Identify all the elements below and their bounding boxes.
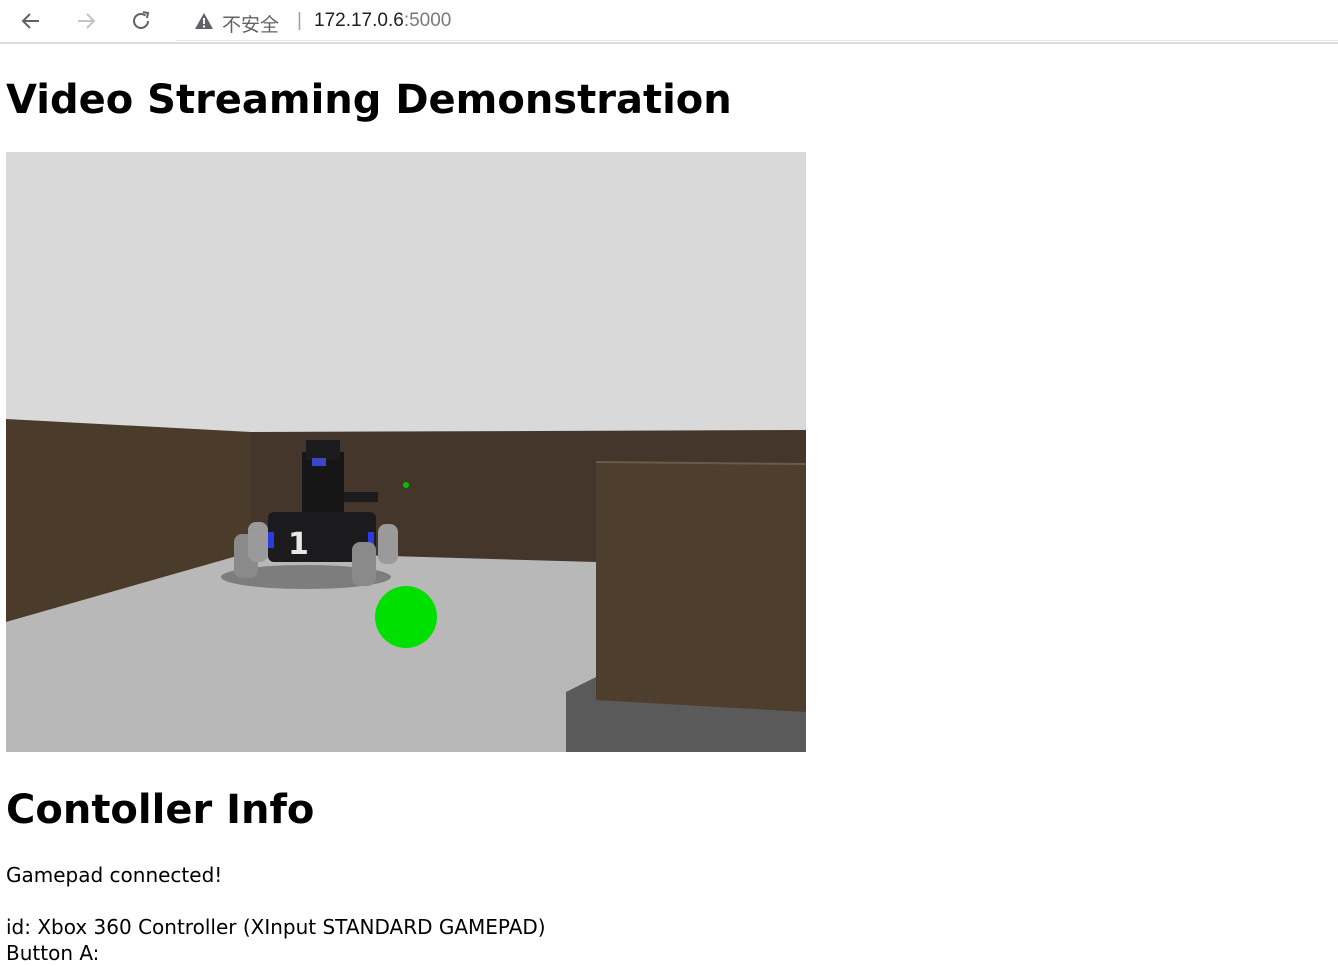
reload-button[interactable] <box>126 6 156 36</box>
forward-arrow-icon <box>78 13 96 29</box>
video-stream: 1 <box>6 152 806 752</box>
button-a-status: Button A: <box>6 941 100 965</box>
url-port: :5000 <box>403 10 452 31</box>
gamepad-id: id: Xbox 360 Controller (XInput STANDARD… <box>6 915 546 939</box>
controller-title: Contoller Info <box>6 787 315 833</box>
back-arrow-icon <box>21 13 39 29</box>
address-bar[interactable]: 不安全 | 172.17.0.6:5000 <box>176 2 1338 41</box>
browser-toolbar: 不安全 | 172.17.0.6:5000 <box>0 0 1338 44</box>
page-title: Video Streaming Demonstration <box>6 77 732 123</box>
green-ball <box>375 586 437 648</box>
url-separator: | <box>297 10 302 31</box>
warning-icon[interactable] <box>194 12 214 30</box>
gamepad-status: Gamepad connected! <box>6 863 223 887</box>
small-target <box>403 482 409 488</box>
reload-icon <box>133 11 150 29</box>
forward-button[interactable] <box>71 6 101 36</box>
url-host: 172.17.0.6 <box>314 10 404 31</box>
svg-text:1: 1 <box>288 527 309 562</box>
security-label[interactable]: 不安全 <box>222 10 279 37</box>
right-pillar <box>596 462 806 712</box>
url-text[interactable]: 172.17.0.6:5000 <box>314 10 451 32</box>
back-button[interactable] <box>16 6 46 36</box>
